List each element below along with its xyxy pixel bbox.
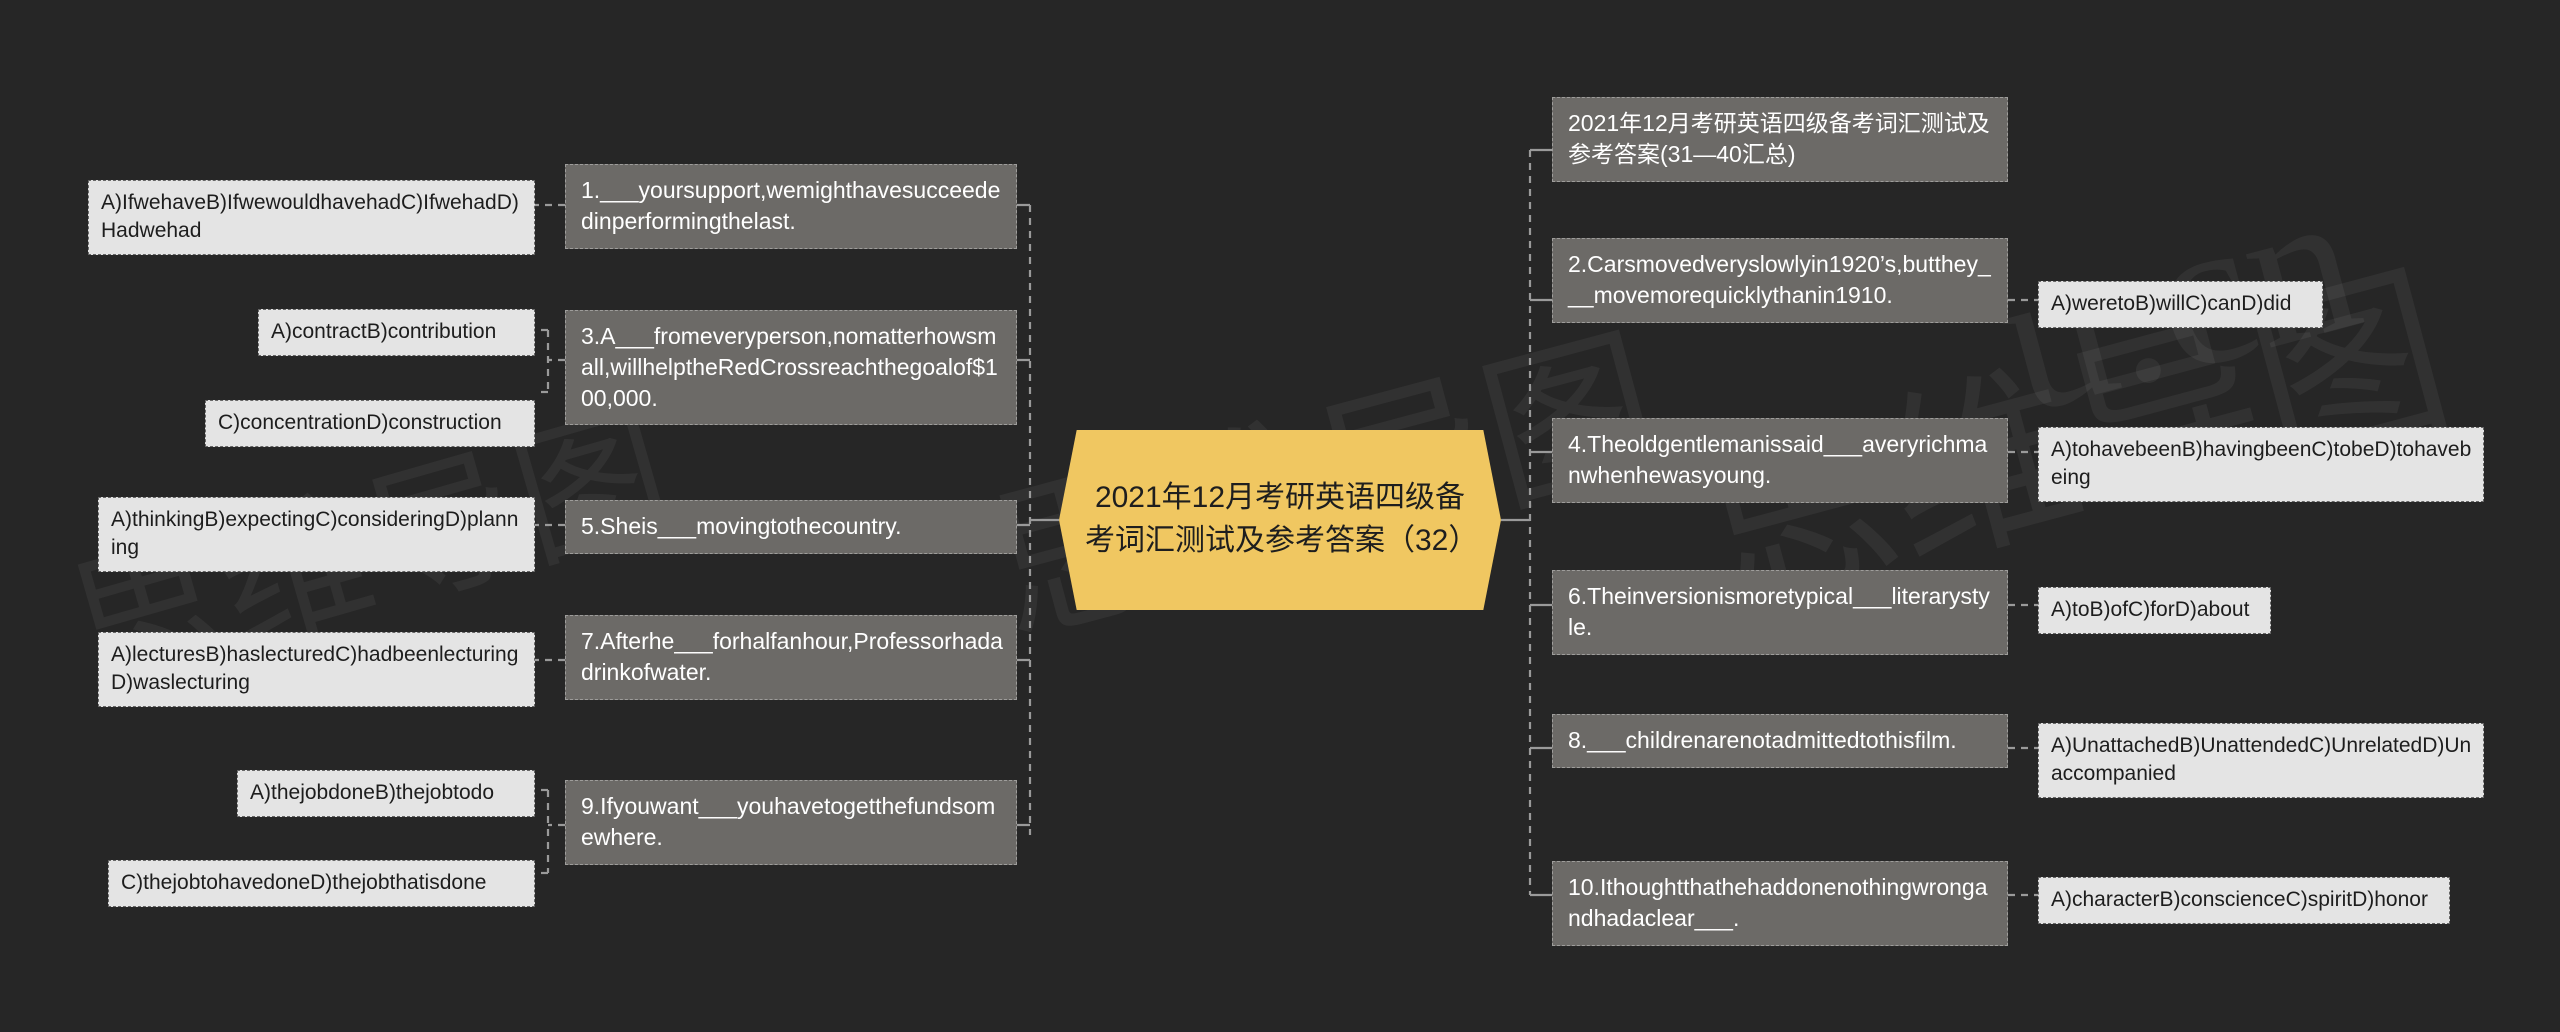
question-node-5[interactable]: 5.Sheis___movingtothecountry. — [565, 500, 1017, 554]
answer-node-6[interactable]: A)toB)ofC)forD)about — [2038, 587, 2271, 635]
question-node-1[interactable]: 1.___yoursupport,wemighthavesucceededinp… — [565, 164, 1017, 249]
answer-node-4[interactable]: A)tohavebeenB)havingbeenC)tobeD)tohavebe… — [2038, 427, 2484, 503]
question-node-8[interactable]: 8.___childrenarenotadmittedtothisfilm. — [1552, 714, 2008, 768]
answer-node-9a[interactable]: A)thejobdoneB)thejobtodo — [237, 770, 535, 818]
answer-node-3a[interactable]: A)contractB)contribution — [258, 309, 535, 357]
mindmap-canvas: 思维导图 思维导图 思维导图 u.cn — [0, 0, 2560, 1032]
answer-node-2[interactable]: A)weretoB)willC)canD)did — [2038, 281, 2323, 329]
question-node-3[interactable]: 3.A___fromeveryperson,nomatterhowsmall,w… — [565, 310, 1017, 426]
question-node-4[interactable]: 4.Theoldgentlemanissaid___averyrichmanwh… — [1552, 418, 2008, 503]
answer-node-8[interactable]: A)UnattachedB)UnattendedC)UnrelatedD)Una… — [2038, 723, 2484, 799]
question-node-2[interactable]: 2.Carsmovedveryslowlyin1920’s,butthey___… — [1552, 238, 2008, 323]
answer-node-5[interactable]: A)thinkingB)expectingC)consideringD)plan… — [98, 497, 535, 573]
right-root-node[interactable]: 2021年12月考研英语四级备考词汇测试及参考答案(31—40汇总) — [1552, 97, 2008, 182]
question-node-7[interactable]: 7.Afterhe___forhalfanhour,Professorhadad… — [565, 615, 1017, 700]
question-node-6[interactable]: 6.Theinversionismoretypical___literaryst… — [1552, 570, 2008, 655]
question-node-10[interactable]: 10.Ithoughtthathehaddonenothingwrongandh… — [1552, 861, 2008, 946]
question-node-9[interactable]: 9.Ifyouwant___youhavetogetthefundsomewhe… — [565, 780, 1017, 865]
answer-node-1[interactable]: A)IfwehaveB)IfwewouldhavehadC)IfwehadD)H… — [88, 180, 535, 256]
answer-node-10[interactable]: A)characterB)conscienceC)spiritD)honor — [2038, 877, 2450, 925]
answer-node-3b[interactable]: C)concentrationD)construction — [205, 400, 535, 448]
answer-node-7[interactable]: A)lecturesB)haslecturedC)hadbeenlecturin… — [98, 632, 535, 708]
answer-node-9b[interactable]: C)thejobtohavedoneD)thejobthatisdone — [108, 860, 535, 908]
center-node[interactable]: 2021年12月考研英语四级备考词汇测试及参考答案（32） — [1059, 430, 1501, 610]
